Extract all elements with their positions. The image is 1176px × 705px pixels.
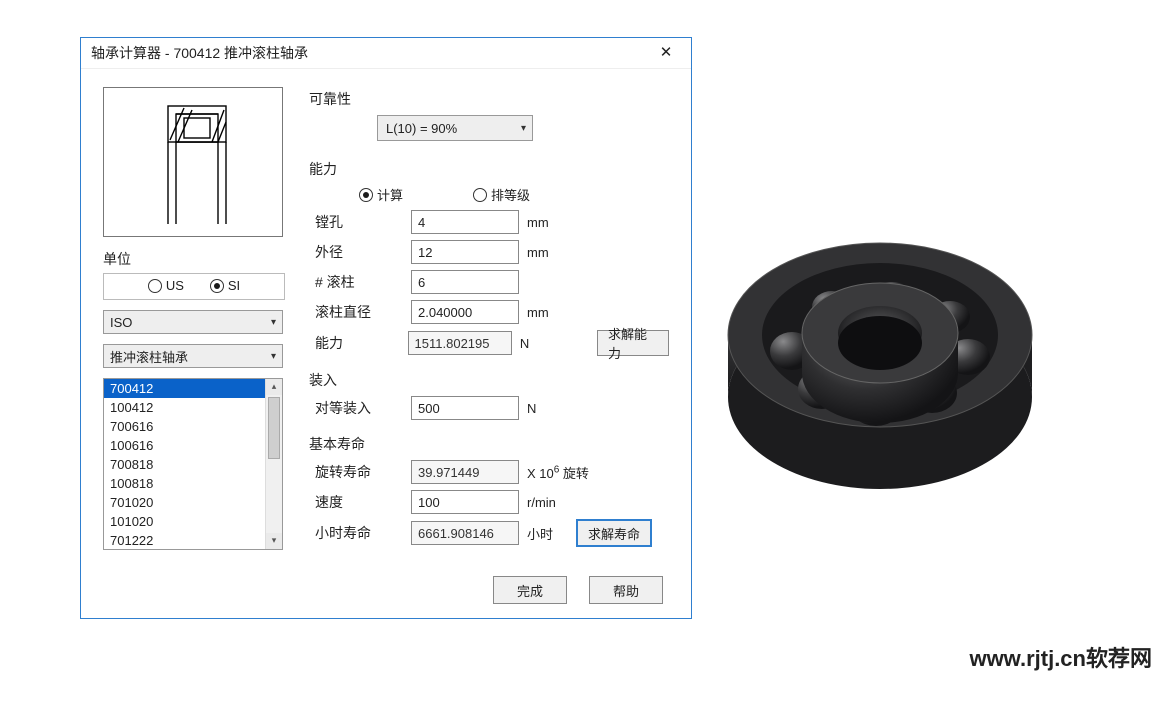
list-item[interactable]: 101020 <box>104 512 266 531</box>
radio-icon <box>148 279 162 293</box>
scroll-down-icon[interactable]: ▾ <box>266 533 282 549</box>
hours-life-output: 6661.908146 <box>411 521 519 545</box>
loading-label: 装入 <box>309 370 669 390</box>
list-item[interactable]: 700818 <box>104 455 266 474</box>
roller-dia-label: 滚柱直径 <box>315 302 403 322</box>
roller-dia-unit: mm <box>527 305 599 320</box>
radio-label-si: SI <box>228 278 240 293</box>
bearing-type-combo[interactable]: 推冲滚柱轴承 ▾ <box>103 344 283 368</box>
scrollbar[interactable]: ▴ ▾ <box>265 379 282 549</box>
od-unit: mm <box>527 245 599 260</box>
hours-life-unit: 小时 <box>527 524 569 543</box>
window-title: 轴承计算器 - 700412 推冲滚柱轴承 <box>91 43 649 63</box>
life-label: 基本寿命 <box>309 434 669 454</box>
help-button[interactable]: 帮助 <box>589 576 663 604</box>
radio-mode-rate[interactable]: 排等级 <box>473 185 530 204</box>
list-item[interactable]: 700616 <box>104 417 266 436</box>
done-button[interactable]: 完成 <box>493 576 567 604</box>
radio-label-us: US <box>166 278 184 293</box>
speed-unit: r/min <box>527 495 599 510</box>
bearing-type-combo-value: 推冲滚柱轴承 <box>110 347 188 366</box>
solve-life-button[interactable]: 求解寿命 <box>577 520 651 546</box>
dialog-footer: 完成 帮助 <box>309 576 669 604</box>
rollers-label: # 滚柱 <box>315 272 403 292</box>
capacity-output: 1511.802195 <box>408 331 512 355</box>
solve-capacity-button[interactable]: 求解能力 <box>597 330 669 356</box>
close-icon[interactable]: ✕ <box>649 42 683 64</box>
speed-input[interactable]: 100 <box>411 490 519 514</box>
chevron-down-icon: ▾ <box>271 351 276 362</box>
bore-unit: mm <box>527 215 599 230</box>
units-group-label: 单位 <box>103 249 285 269</box>
chevron-down-icon: ▾ <box>521 123 526 134</box>
units-group: US SI <box>103 273 285 300</box>
reliability-label: 可靠性 <box>309 89 669 109</box>
rev-life-unit: X 106 旋转 <box>527 463 637 482</box>
bearing-calculator-dialog: 轴承计算器 - 700412 推冲滚柱轴承 ✕ <box>80 37 692 619</box>
capacity-label: 能力 <box>309 159 669 179</box>
watermark-text: www.rjtj.cn软荐网 <box>969 641 1152 673</box>
equiv-load-label: 对等装入 <box>315 398 403 418</box>
scroll-up-icon[interactable]: ▴ <box>266 379 282 395</box>
list-item[interactable]: 701222 <box>104 531 266 549</box>
rev-life-output: 39.971449 <box>411 460 519 484</box>
scrollbar-thumb[interactable] <box>268 397 280 459</box>
list-item[interactable]: 100818 <box>104 474 266 493</box>
equiv-load-unit: N <box>527 401 599 416</box>
bore-label: 镗孔 <box>315 212 403 232</box>
standard-combo-value: ISO <box>110 315 132 330</box>
radio-label-rate: 排等级 <box>491 185 530 204</box>
list-item[interactable]: 100616 <box>104 436 266 455</box>
titlebar: 轴承计算器 - 700412 推冲滚柱轴承 ✕ <box>81 38 691 69</box>
list-item[interactable]: 100412 <box>104 398 266 417</box>
equiv-load-input[interactable]: 500 <box>411 396 519 420</box>
bore-input[interactable]: 4 <box>411 210 519 234</box>
list-item[interactable]: 700412 <box>104 379 266 398</box>
capacity-value-label: 能力 <box>315 333 400 353</box>
radio-icon <box>473 188 487 202</box>
radio-label-calc: 计算 <box>377 185 403 204</box>
rev-life-label: 旋转寿命 <box>315 462 403 482</box>
radio-mode-calc[interactable]: 计算 <box>359 185 403 204</box>
speed-label: 速度 <box>315 492 403 512</box>
radio-units-si[interactable]: SI <box>210 278 240 293</box>
standard-combo[interactable]: ISO ▾ <box>103 310 283 334</box>
reliability-combo[interactable]: L(10) = 90% ▾ <box>377 115 533 141</box>
radio-icon <box>359 188 373 202</box>
radio-units-us[interactable]: US <box>148 278 184 293</box>
od-input[interactable]: 12 <box>411 240 519 264</box>
list-item[interactable]: 701020 <box>104 493 266 512</box>
hours-life-label: 小时寿命 <box>315 523 403 543</box>
chevron-down-icon: ▾ <box>271 317 276 328</box>
radio-icon <box>210 279 224 293</box>
reliability-value: L(10) = 90% <box>386 121 457 136</box>
capacity-unit: N <box>520 336 589 351</box>
od-label: 外径 <box>315 242 403 262</box>
roller-dia-input[interactable]: 2.040000 <box>411 300 519 324</box>
bearing-listbox[interactable]: 700412 100412 700616 100616 700818 10081… <box>103 378 283 550</box>
rollers-input[interactable]: 6 <box>411 270 519 294</box>
bearing-3d-preview <box>720 140 1040 580</box>
preview-2d <box>103 87 283 237</box>
